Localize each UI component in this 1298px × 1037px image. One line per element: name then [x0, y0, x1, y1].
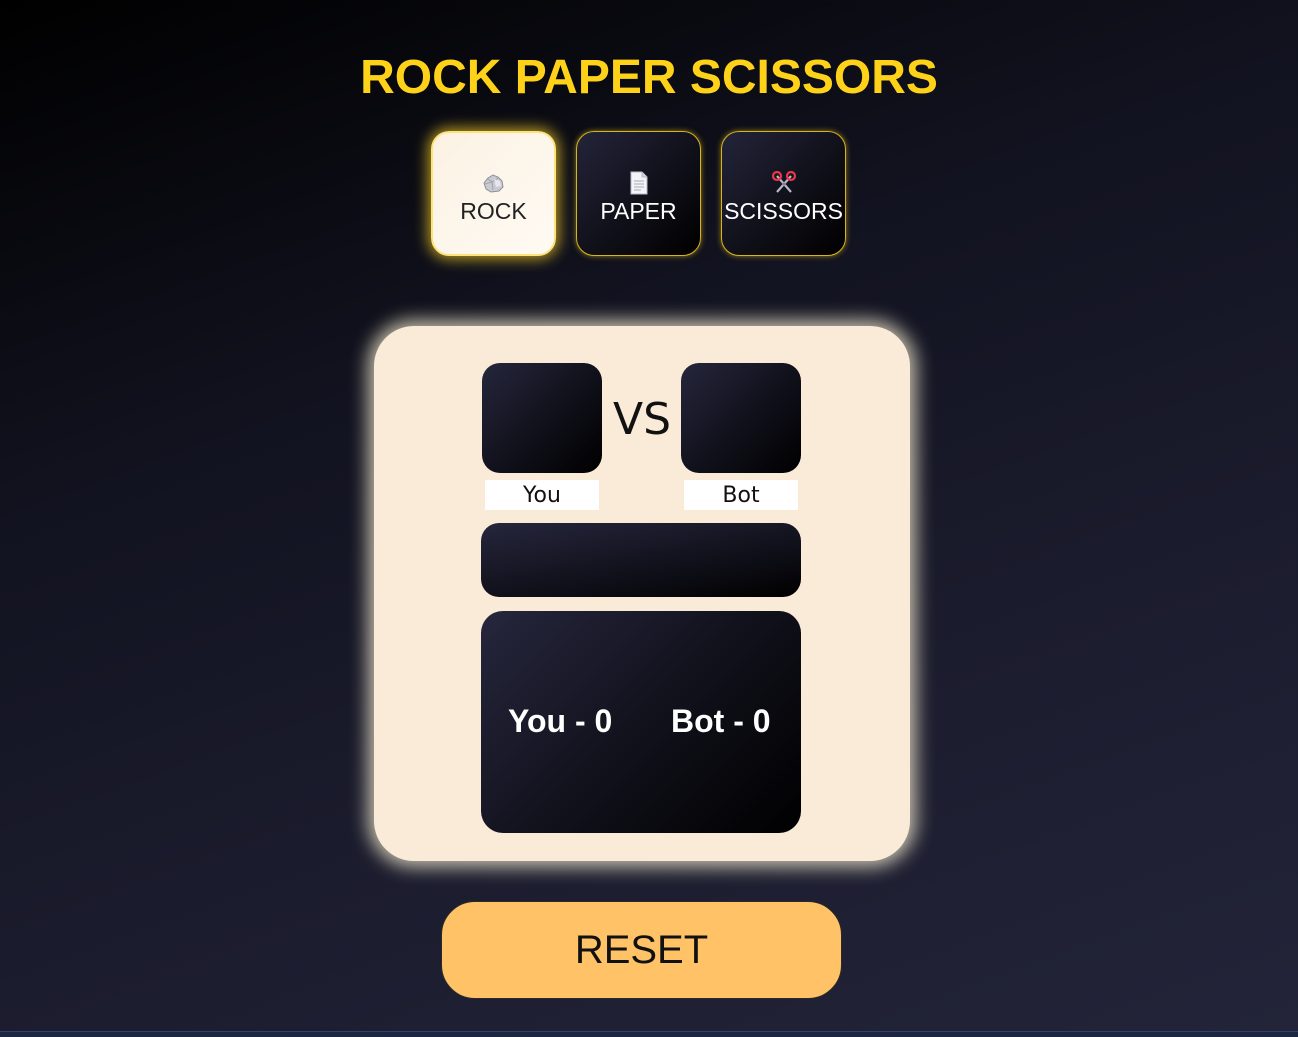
- game-title: ROCK PAPER SCISSORS: [360, 51, 938, 104]
- reset-button[interactable]: RESET: [441, 901, 842, 999]
- scissors-button[interactable]: SCISSORS: [721, 131, 846, 256]
- player-choice-box: [482, 363, 602, 473]
- scissors-label: SCISSORS: [724, 198, 843, 224]
- bot-choice-box: [681, 363, 801, 473]
- rock-label: ROCK: [460, 198, 527, 224]
- bottom-edge: [0, 1031, 1298, 1037]
- player-label: You: [485, 480, 599, 510]
- bot-score: Bot - 0: [671, 703, 771, 739]
- vs-label: VS: [612, 394, 672, 445]
- bot-label: Bot: [684, 480, 798, 510]
- rock-button[interactable]: ROCK: [431, 131, 556, 256]
- scissors-icon: [771, 170, 797, 196]
- player-score: You - 0: [508, 703, 613, 739]
- paper-label: PAPER: [600, 198, 677, 224]
- paper-button[interactable]: PAPER: [576, 131, 701, 256]
- result-display: [481, 523, 801, 597]
- rock-icon: [481, 170, 507, 196]
- choice-buttons: ROCK PAPER SCISSORS: [431, 131, 846, 256]
- paper-icon: [629, 170, 649, 196]
